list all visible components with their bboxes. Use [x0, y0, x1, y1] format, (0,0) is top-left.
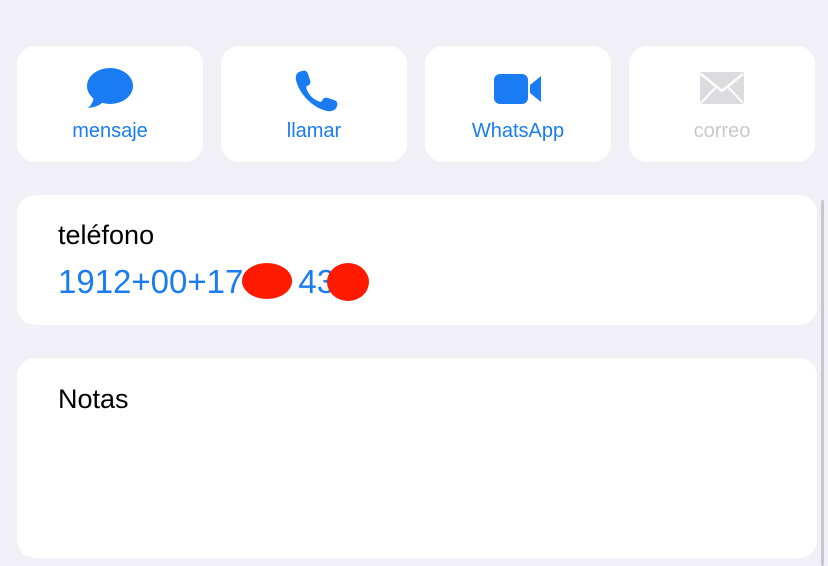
phone-label: teléfono	[58, 220, 155, 250]
message-button[interactable]: mensaje	[17, 46, 203, 162]
redaction-mark	[327, 263, 369, 301]
whatsapp-video-button[interactable]: WhatsApp	[425, 46, 611, 162]
whatsapp-button-label: WhatsApp	[471, 120, 565, 142]
notes-card[interactable]: Notas	[17, 358, 817, 558]
redaction-mark	[242, 263, 292, 299]
email-button: correo	[629, 46, 815, 162]
envelope-icon	[629, 66, 815, 112]
phone-icon	[221, 66, 407, 112]
message-button-label: mensaje	[72, 120, 148, 142]
notes-label: Notas	[58, 384, 129, 414]
quick-actions-bar: mensaje llamar WhatsApp correo	[17, 46, 815, 162]
video-camera-icon	[425, 66, 611, 112]
message-bubble-icon	[17, 66, 203, 112]
phone-number-link[interactable]: 1912+00+17 47 433	[58, 263, 353, 301]
phone-card: teléfono 1912+00+17 47 433	[17, 195, 817, 325]
scrollbar[interactable]	[821, 200, 824, 566]
call-button[interactable]: llamar	[221, 46, 407, 162]
email-button-label: correo	[693, 120, 751, 142]
call-button-label: llamar	[286, 120, 342, 142]
